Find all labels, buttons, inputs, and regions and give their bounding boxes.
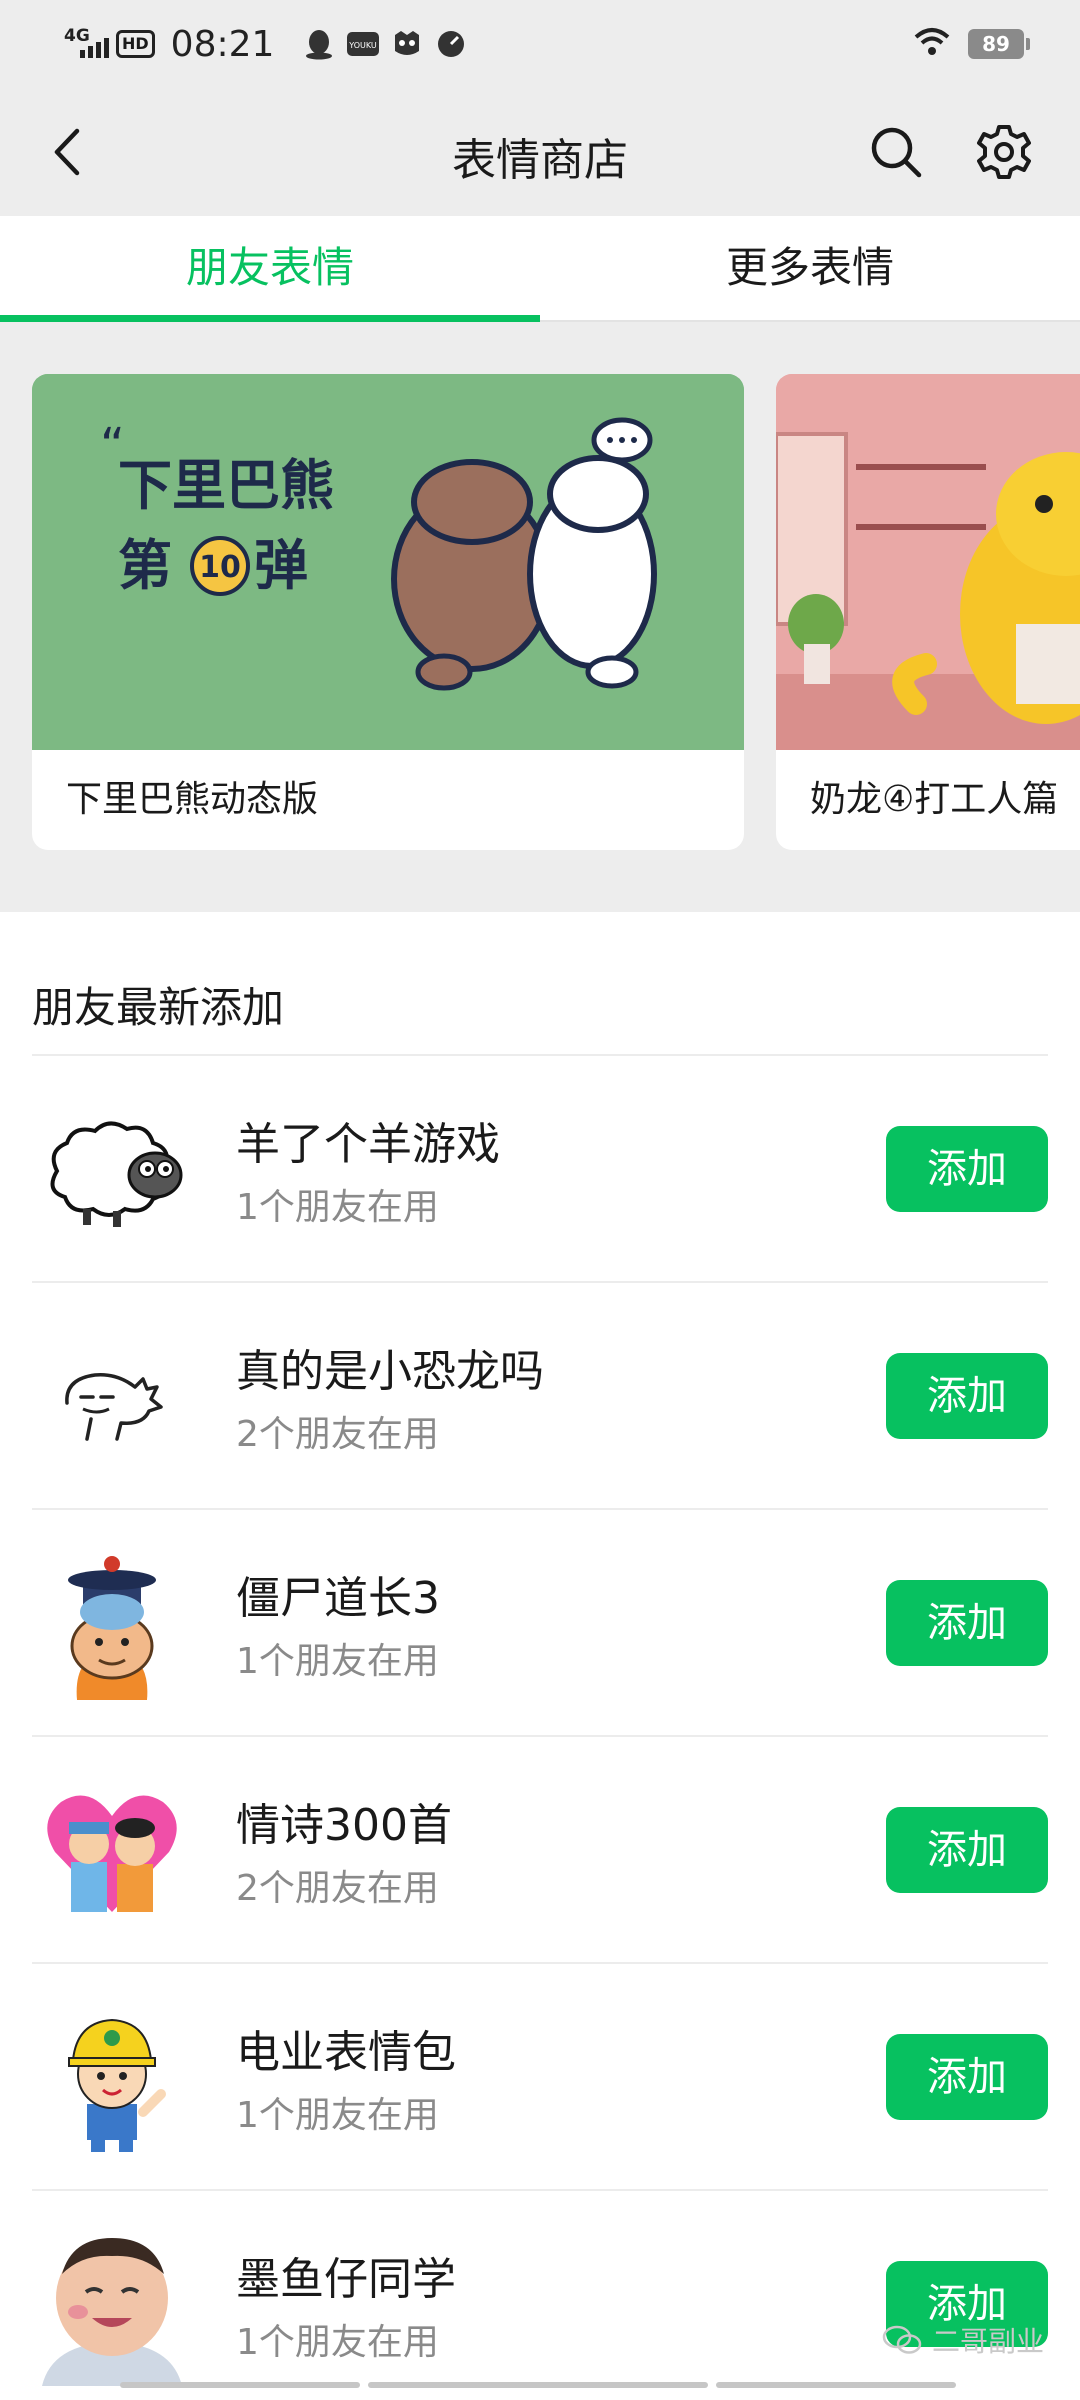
status-bar: 4G HD 08:21 YOUKU 89	[0, 0, 1080, 88]
friend-usage-count: 1个朋友在用	[236, 1187, 439, 1228]
banner-image	[776, 374, 1080, 750]
add-button[interactable]: 添加	[886, 1807, 1048, 1893]
add-button[interactable]: 添加	[886, 1580, 1048, 1666]
watermark-text: 二哥副业	[931, 2325, 1044, 2358]
cellular-signal-icon: 4G	[60, 24, 109, 64]
friends-latest-section: 朋友最新添加 羊了个羊游戏 1个朋友在用 添加 真的是小恐龙吗 2个朋友在用 添…	[0, 912, 1080, 2400]
banner-card[interactable]: 奶龙④打工人篇	[776, 374, 1080, 850]
friend-usage-count: 1个朋友在用	[236, 1641, 439, 1682]
app-icon	[390, 27, 424, 61]
tab-bar: 朋友表情 更多表情	[0, 216, 1080, 322]
electrician-icon	[32, 2004, 192, 2154]
sticker-name: 墨鱼仔同学	[236, 2254, 456, 2305]
banner-art-number: 10	[199, 550, 241, 585]
youku-icon: YOUKU	[346, 27, 380, 61]
speed-icon	[434, 27, 468, 61]
add-button[interactable]: 添加	[886, 1126, 1048, 1212]
list-item[interactable]: 羊了个羊游戏 1个朋友在用 添加	[0, 1056, 1080, 1283]
sheep-icon	[32, 1096, 192, 1246]
tab-more-stickers[interactable]: 更多表情	[540, 216, 1080, 320]
search-button[interactable]	[862, 118, 930, 186]
wifi-icon	[914, 27, 950, 61]
search-icon	[871, 127, 922, 178]
sticker-list: 羊了个羊游戏 1个朋友在用 添加 真的是小恐龙吗 2个朋友在用 添加 僵尸道长3…	[0, 1056, 1080, 2400]
sticker-name: 情诗300首	[236, 1800, 452, 1851]
banner-art-prefix: 第	[118, 534, 172, 597]
wechat-icon	[882, 2325, 922, 2354]
add-button[interactable]: 添加	[886, 1353, 1048, 1439]
friend-usage-count: 2个朋友在用	[236, 1868, 439, 1909]
gear-icon	[977, 125, 1031, 179]
section-title: 朋友最新添加	[32, 983, 285, 1032]
list-item[interactable]: 墨鱼仔同学 1个朋友在用 添加	[0, 2191, 1080, 2400]
couple-heart-icon	[32, 1777, 192, 1927]
sticker-name: 真的是小恐龙吗	[236, 1346, 544, 1397]
hd-badge: HD	[116, 30, 155, 58]
nav-bar: 表情商店	[0, 88, 1080, 216]
banner-label: 下里巴熊动态版	[66, 779, 319, 820]
zombie-priest-icon	[32, 1550, 192, 1700]
list-item[interactable]: 电业表情包 1个朋友在用 添加	[0, 1964, 1080, 2191]
banner-art-title: 下里巴熊	[118, 454, 334, 517]
battery-indicator: 89	[968, 29, 1030, 59]
watermark: 二哥副业	[882, 2320, 1044, 2360]
list-item[interactable]: 僵尸道长3 1个朋友在用 添加	[0, 1510, 1080, 1737]
list-item[interactable]: 真的是小恐龙吗 2个朋友在用 添加	[0, 1283, 1080, 1510]
gesture-bar	[120, 2382, 956, 2388]
qq-icon	[302, 27, 336, 61]
sticker-name: 电业表情包	[236, 2027, 456, 2078]
sticker-name: 羊了个羊游戏	[236, 1119, 500, 1170]
banner-card[interactable]: “ 下里巴熊 第 10 弹 下里巴熊动态版	[32, 374, 744, 850]
friend-usage-count: 1个朋友在用	[236, 2095, 439, 2136]
friend-usage-count: 1个朋友在用	[236, 2322, 439, 2363]
banner-art-suffix: 弹	[254, 534, 308, 597]
settings-button[interactable]	[970, 118, 1038, 186]
tab-friend-stickers[interactable]: 朋友表情	[0, 216, 540, 322]
banner-carousel: “ 下里巴熊 第 10 弹 下里巴熊动态版 奶龙④打工人篇	[0, 322, 1080, 912]
status-time: 08:21	[170, 23, 275, 65]
svg-text:YOUKU: YOUKU	[349, 41, 378, 50]
friend-usage-count: 2个朋友在用	[236, 1414, 439, 1455]
banner-image: “ 下里巴熊 第 10 弹	[32, 374, 744, 750]
banner-label: 奶龙④打工人篇	[810, 779, 1059, 820]
baby-photo-icon	[32, 2226, 192, 2386]
dinosaur-icon	[32, 1323, 192, 1473]
add-button[interactable]: 添加	[886, 2034, 1048, 2120]
sticker-name: 僵尸道长3	[236, 1573, 440, 1624]
list-item[interactable]: 情诗300首 2个朋友在用 添加	[0, 1737, 1080, 1964]
